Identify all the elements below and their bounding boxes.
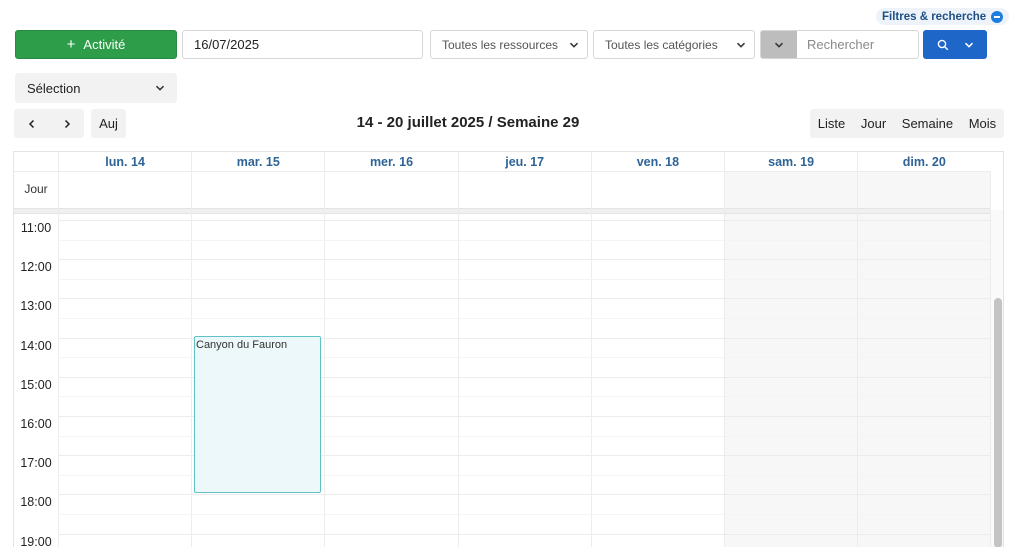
half-hour-line — [58, 278, 990, 280]
chevron-right-icon — [64, 119, 70, 128]
time-label: 19:00 — [20, 534, 52, 547]
grid-line — [724, 171, 725, 547]
add-activity-label: Activité — [83, 37, 126, 52]
search-icon — [937, 39, 948, 50]
add-activity-button[interactable]: + Activité — [15, 30, 177, 59]
calendar-event[interactable]: Canyon du Fauron — [194, 336, 321, 493]
grid-line — [857, 171, 859, 547]
resources-select-label: Toutes les ressources — [442, 37, 559, 52]
half-hour-line — [58, 239, 990, 241]
view-day-button[interactable]: Jour — [859, 116, 888, 131]
date-input[interactable]: 16/07/2025 — [182, 30, 423, 59]
hour-line — [58, 494, 990, 496]
weekend-column — [857, 171, 991, 547]
prev-week-button[interactable] — [14, 109, 49, 138]
day-header[interactable]: sam. 19 — [724, 152, 857, 171]
allday-label: Jour — [24, 182, 48, 196]
week-calendar: Jour lun. 14 mar. 15 mer. 16 jeu. 17 ven. 18… — [13, 151, 1004, 547]
grid-line — [58, 171, 59, 547]
time-label: 13:00 — [20, 299, 52, 314]
filters-label: Filtres & recherche — [882, 10, 987, 23]
time-label: 15:00 — [20, 377, 52, 392]
half-hour-line — [58, 514, 990, 515]
categories-select-label: Toutes les catégories — [605, 37, 718, 52]
grid-line — [590, 171, 592, 547]
today-button[interactable]: Auj — [91, 109, 126, 138]
day-header[interactable]: ven. 18 — [590, 152, 724, 171]
calendar-title: 14 - 20 juillet 2025 / Semaine 29 — [356, 114, 580, 131]
chevron-down-icon — [155, 85, 165, 91]
hour-line — [58, 298, 990, 300]
plus-icon: + — [66, 36, 76, 53]
selection-label: Sélection — [27, 80, 81, 96]
search-button[interactable] — [923, 30, 987, 59]
grid-line — [324, 171, 326, 547]
time-label: 16:00 — [20, 417, 52, 431]
next-week-button[interactable] — [49, 109, 84, 138]
time-label: 14:00 — [20, 338, 52, 353]
view-month-button[interactable]: Mois — [967, 116, 998, 131]
time-label: 12:00 — [20, 260, 52, 275]
day-header[interactable]: mer. 16 — [324, 152, 457, 171]
chevron-down-icon — [964, 42, 973, 48]
chevron-down-icon — [774, 42, 784, 48]
hour-line — [58, 220, 990, 221]
scrollbar-thumb[interactable] — [994, 298, 1002, 547]
categories-select[interactable]: Toutes les catégories — [593, 30, 755, 59]
view-switcher: Liste Jour Semaine Mois — [810, 109, 1004, 138]
view-week-button[interactable]: Semaine — [900, 116, 955, 131]
grid-line — [14, 171, 990, 172]
week-nav — [14, 109, 84, 138]
time-label: 17:00 — [20, 456, 52, 471]
scrollbar[interactable] — [990, 210, 1003, 547]
hour-line — [58, 259, 990, 261]
time-label: 11:00 — [20, 221, 52, 235]
day-header[interactable]: lun. 14 — [58, 152, 191, 171]
chevron-left-icon — [28, 119, 34, 128]
chevron-down-icon — [569, 42, 579, 48]
day-header[interactable]: jeu. 17 — [457, 152, 591, 171]
grid-line — [191, 171, 193, 547]
search-input[interactable]: Rechercher — [797, 31, 918, 58]
selection-dropdown[interactable]: Sélection — [15, 73, 177, 103]
day-header[interactable]: mar. 15 — [191, 152, 324, 171]
day-header[interactable]: dim. 20 — [857, 152, 990, 171]
half-hour-line — [58, 318, 990, 319]
chevron-down-icon — [736, 42, 746, 48]
collapse-icon — [991, 10, 1004, 23]
allday-separator — [14, 208, 990, 214]
hour-line — [58, 533, 990, 535]
search-group: Rechercher — [760, 30, 919, 59]
weekend-column — [724, 171, 858, 547]
filters-search-toggle[interactable]: Filtres & recherche — [876, 8, 1010, 25]
grid-line — [457, 171, 459, 547]
time-label: 18:00 — [20, 495, 52, 510]
view-list-button[interactable]: Liste — [816, 116, 847, 131]
search-scope-dropdown[interactable] — [761, 31, 797, 58]
resources-select[interactable]: Toutes les ressources — [430, 30, 588, 59]
